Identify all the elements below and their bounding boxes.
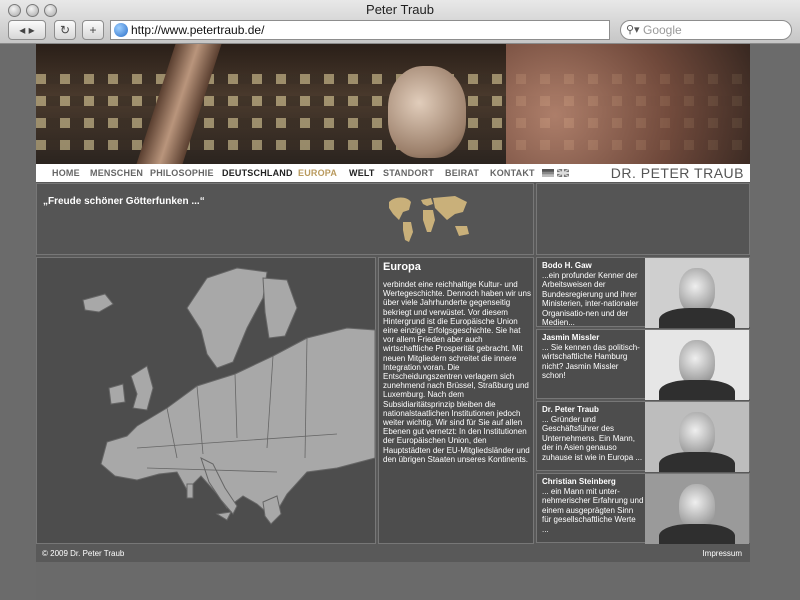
globe-icon <box>114 23 128 37</box>
europa-text-panel: Europa verbindet eine reichhaltige Kultu… <box>378 257 534 544</box>
person-photo[interactable] <box>645 474 749 544</box>
person-name[interactable]: Christian Steinberg <box>542 477 616 486</box>
browser-toolbar: Peter Traub ◂ ▸ ↻ + http://www.petertrau… <box>0 0 800 44</box>
person-card-missler[interactable]: Jasmin Missler ... Sie kennen das politi… <box>536 329 750 400</box>
nav-item-philosophie[interactable]: PHILOSOPHIE <box>150 164 214 182</box>
europa-body-text: verbindet eine reichhaltige Kultur- und … <box>383 280 531 464</box>
back-arrow-icon[interactable]: ◂ <box>19 23 25 37</box>
nav-item-beirat[interactable]: BEIRAT <box>445 164 479 182</box>
address-bar[interactable]: http://www.petertraub.de/ <box>110 20 610 40</box>
reload-icon: ↻ <box>59 23 71 37</box>
person-name[interactable]: Dr. Peter Traub <box>542 405 599 414</box>
footer-band <box>36 562 750 600</box>
europe-map-panel <box>36 257 376 544</box>
impressum-link[interactable]: Impressum <box>702 546 742 562</box>
nav-item-menschen[interactable]: MENSCHEN <box>90 164 143 182</box>
person-photo[interactable] <box>645 330 749 400</box>
person-card-traub[interactable]: Dr. Peter Traub ... Gründer und Geschäft… <box>536 401 750 472</box>
search-icon[interactable]: ⚲▾ <box>626 21 640 39</box>
search-placeholder[interactable]: Google <box>643 23 682 37</box>
europa-heading: Europa <box>383 261 421 273</box>
close-window-button[interactable] <box>8 4 21 17</box>
world-map-icon <box>389 196 469 242</box>
nav-item-kontakt[interactable]: KONTAKT <box>490 164 535 182</box>
copyright-text: © 2009 Dr. Peter Traub <box>42 549 125 558</box>
url-text[interactable]: http://www.petertraub.de/ <box>131 23 264 37</box>
add-bookmark-button[interactable]: + <box>82 20 104 40</box>
zoom-window-button[interactable] <box>44 4 57 17</box>
person-description: ... ein Mann mit unter-nehmerischer Erfa… <box>542 487 644 534</box>
window-title: Peter Traub <box>366 2 434 17</box>
plus-icon: + <box>89 23 97 37</box>
person-name[interactable]: Jasmin Missler <box>542 333 599 342</box>
person-photo[interactable] <box>645 258 749 328</box>
header-banner-image <box>36 44 750 164</box>
brand-logo[interactable]: DR. PETER TRAUB <box>611 164 744 182</box>
side-panel-top <box>536 183 750 255</box>
page-content: HOME MENSCHEN PHILOSOPHIE DEUTSCHLAND EU… <box>36 44 750 600</box>
person-description: ... Gründer und Geschäftsführer des Unte… <box>542 415 643 462</box>
person-description: ... Sie kennen das politisch-wirtschaftl… <box>542 343 640 381</box>
search-field[interactable]: ⚲▾ Google <box>620 20 792 40</box>
quote-panel: „Freude schöner Götterfunken ...“ <box>36 183 534 255</box>
reload-button[interactable]: ↻ <box>54 20 76 40</box>
nav-item-europa[interactable]: EUROPA <box>298 164 337 182</box>
person-description: ...ein profunder Kenner der Arbeitsweise… <box>542 271 639 328</box>
nav-item-welt[interactable]: WELT <box>349 164 375 182</box>
person-card-gaw[interactable]: Bodo H. Gaw ...ein profunder Kenner der … <box>536 257 750 328</box>
english-flag-icon[interactable] <box>557 169 569 177</box>
main-navigation: HOME MENSCHEN PHILOSOPHIE DEUTSCHLAND EU… <box>36 164 750 182</box>
statue-wing-shape <box>506 44 750 164</box>
europe-map-icon <box>82 267 376 525</box>
nav-item-home[interactable]: HOME <box>52 164 80 182</box>
person-photo[interactable] <box>645 402 749 472</box>
back-forward-buttons[interactable]: ◂ ▸ <box>8 20 46 40</box>
person-name[interactable]: Bodo H. Gaw <box>542 261 592 270</box>
statue-head-shape <box>388 66 466 158</box>
person-card-steinberg[interactable]: Christian Steinberg ... ein Mann mit unt… <box>536 473 750 544</box>
page-footer: © 2009 Dr. Peter Traub Impressum <box>36 546 750 562</box>
minimize-window-button[interactable] <box>26 4 39 17</box>
quote-text: „Freude schöner Götterfunken ...“ <box>43 196 205 207</box>
german-flag-icon[interactable] <box>542 169 554 177</box>
nav-item-deutschland[interactable]: DEUTSCHLAND <box>222 164 293 182</box>
forward-arrow-icon[interactable]: ▸ <box>29 23 35 37</box>
nav-item-standort[interactable]: STANDORT <box>383 164 434 182</box>
